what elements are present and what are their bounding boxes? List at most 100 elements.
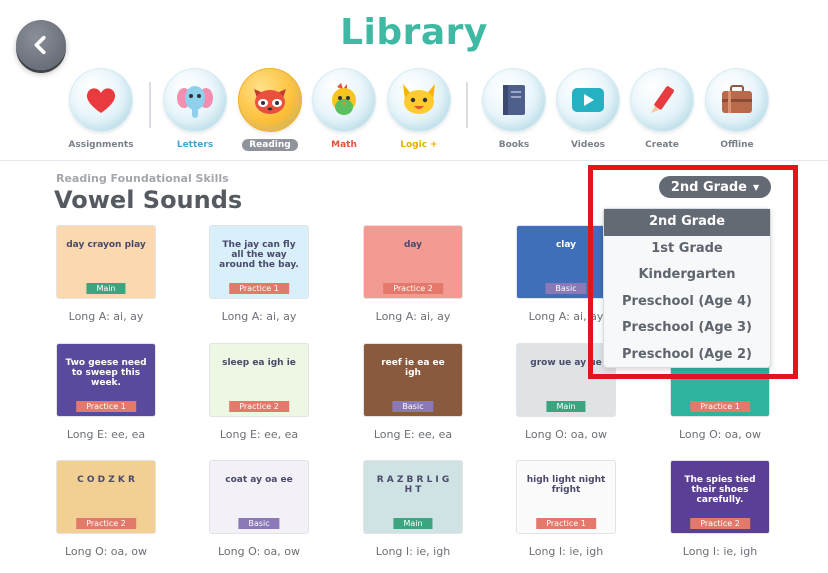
section-subtitle: Reading Foundational Skills: [56, 172, 229, 185]
thumbnail-text: The jay can fly all the way around the b…: [219, 240, 299, 270]
grade-option[interactable]: 2nd Grade: [604, 209, 770, 236]
activity-thumbnail: sleep ea igh ie Practice 2: [209, 343, 309, 417]
grade-option[interactable]: Preschool (Age 3): [604, 315, 770, 342]
thumbnail-text: sleep ea igh ie: [222, 358, 296, 368]
activity-tag: Practice 2: [383, 283, 443, 294]
activity-tag: Practice 2: [690, 518, 750, 529]
header-divider: [0, 160, 828, 161]
activity-thumbnail: Two geese need to sweep this week. Practi…: [56, 343, 156, 417]
activity-label: Long O: oa, ow: [679, 428, 761, 441]
caret-down-icon: ▼: [752, 182, 760, 192]
elephant-icon: [177, 86, 213, 118]
nav-item-reading[interactable]: Reading: [237, 68, 303, 151]
activity-label: Long E: ee, ea: [373, 428, 453, 441]
nav-item-letters[interactable]: Letters: [162, 68, 228, 151]
activity-label: Long I: ie, igh: [682, 545, 758, 558]
activity-tag: Main: [86, 283, 126, 294]
nav-item-assignments[interactable]: Assignments: [68, 68, 134, 151]
activity-card[interactable]: sleep ea igh ie Practice 2 Long E: ee, ea: [209, 343, 309, 441]
thumbnail-text: Two geese need to sweep this week.: [65, 358, 147, 388]
activity-card[interactable]: Two geese need to sweep this week. Practi…: [56, 343, 156, 441]
activity-label: Long O: oa, ow: [525, 428, 607, 441]
activity-card[interactable]: day crayon play Main Long A: ai, ay: [56, 225, 156, 323]
activity-label: Long E: ee, ea: [219, 428, 299, 441]
activity-card[interactable]: day Practice 2 Long A: ai, ay: [363, 225, 463, 323]
activity-tag: Basic: [238, 518, 280, 529]
activity-label: Long O: oa, ow: [65, 545, 147, 558]
thumbnail-text: reef ie ea ee igh: [381, 358, 445, 378]
activity-thumbnail: C O D Z K R Practice 2: [56, 460, 156, 534]
activity-card[interactable]: C O D Z K R Practice 2 Long O: oa, ow: [56, 460, 156, 558]
grade-option[interactable]: Preschool (Age 2): [604, 342, 770, 369]
suitcase-icon: [722, 85, 752, 113]
nav-item-videos[interactable]: Videos: [555, 68, 621, 151]
nav-divider: [149, 82, 151, 128]
page-title: Library: [340, 12, 488, 53]
nav-label: Reading: [242, 139, 298, 151]
activity-label: Long A: ai, ay: [528, 310, 604, 323]
activity-tag: Main: [546, 401, 586, 412]
activity-label: Long O: oa, ow: [218, 545, 300, 558]
grade-dropdown[interactable]: 2nd Grade ▼: [659, 176, 771, 198]
grade-option[interactable]: Kindergarten: [604, 262, 770, 289]
activity-card[interactable]: clay Basic Long A: ai, ay: [516, 225, 616, 323]
nav-item-create[interactable]: Create: [629, 68, 695, 151]
activity-card[interactable]: reef ie ea ee igh Basic Long E: ee, ea: [363, 343, 463, 441]
category-nav: Assignments Letters Reading Math Logic +…: [0, 68, 828, 158]
nav-item-math[interactable]: Math: [311, 68, 377, 151]
bird-icon: [332, 83, 356, 115]
thumbnail-text: C O D Z K R: [77, 475, 135, 485]
play-video-icon: [572, 88, 604, 112]
crayon-icon: [651, 86, 674, 113]
nav-label: Offline: [720, 140, 754, 150]
activity-tag: Basic: [545, 283, 587, 294]
activity-thumbnail: day crayon play Main: [56, 225, 156, 299]
activity-thumbnail: The jay can fly all the way around the b…: [209, 225, 309, 299]
activity-tag: Main: [393, 518, 433, 529]
activity-card[interactable]: grow ue ay ue Main Long O: oa, ow: [516, 343, 616, 441]
activity-tag: Practice 1: [536, 518, 596, 529]
activity-label: Long E: ee, ea: [66, 428, 146, 441]
nav-item-logic[interactable]: Logic +: [386, 68, 452, 151]
activity-tag: Practice 1: [690, 401, 750, 412]
activity-card[interactable]: high light night fright Practice 1 Long I:…: [516, 460, 616, 558]
activity-tag: Practice 2: [76, 518, 136, 529]
activity-tag: Practice 1: [76, 401, 136, 412]
nav-label: Math: [331, 140, 357, 150]
activity-card[interactable]: The spies tied their shoes carefully. Pra…: [670, 460, 770, 558]
thumbnail-text: day: [403, 240, 423, 250]
fox-icon: [403, 84, 435, 114]
nav-label: Videos: [571, 140, 605, 150]
thumbnail-text: coat ay oa ee: [225, 475, 293, 485]
activity-card[interactable]: The jay can fly all the way around the b…: [209, 225, 309, 323]
activity-tag: Practice 1: [229, 283, 289, 294]
nav-divider: [466, 82, 468, 128]
nav-label: Create: [645, 140, 679, 150]
nav-label: Assignments: [68, 140, 134, 150]
thumbnail-text: clay: [555, 240, 577, 250]
section-title: Vowel Sounds: [54, 186, 243, 214]
book-icon: [503, 85, 525, 115]
grade-option[interactable]: 1st Grade: [604, 236, 770, 263]
activity-label: Long A: ai, ay: [68, 310, 144, 323]
thumbnail-text: The spies tied their shoes carefully.: [684, 475, 756, 505]
activity-thumbnail: grow ue ay ue Main: [516, 343, 616, 417]
nav-item-books[interactable]: Books: [481, 68, 547, 151]
nav-label: Books: [498, 140, 530, 150]
activity-label: Long I: ie, igh: [528, 545, 604, 558]
activity-card[interactable]: R A Z B R L I G H T Main Long I: ie, igh: [363, 460, 463, 558]
activity-thumbnail: R A Z B R L I G H T Main: [363, 460, 463, 534]
red-panda-icon: [254, 89, 286, 114]
activity-thumbnail: high light night fright Practice 1: [516, 460, 616, 534]
activity-card[interactable]: coat ay oa ee Basic Long O: oa, ow: [209, 460, 309, 558]
activity-label: Long A: ai, ay: [221, 310, 297, 323]
grade-option[interactable]: Preschool (Age 4): [604, 289, 770, 316]
nav-label: Logic +: [400, 140, 438, 150]
activity-label: Long I: ie, igh: [375, 545, 451, 558]
activity-label: Long A: ai, ay: [375, 310, 451, 323]
activity-tag: Practice 2: [229, 401, 289, 412]
activity-tag: Basic: [392, 401, 434, 412]
grade-menu: 2nd Grade 1st Grade Kindergarten Prescho…: [603, 208, 771, 368]
nav-item-offline[interactable]: Offline: [704, 68, 770, 151]
nav-label: Letters: [176, 140, 214, 150]
